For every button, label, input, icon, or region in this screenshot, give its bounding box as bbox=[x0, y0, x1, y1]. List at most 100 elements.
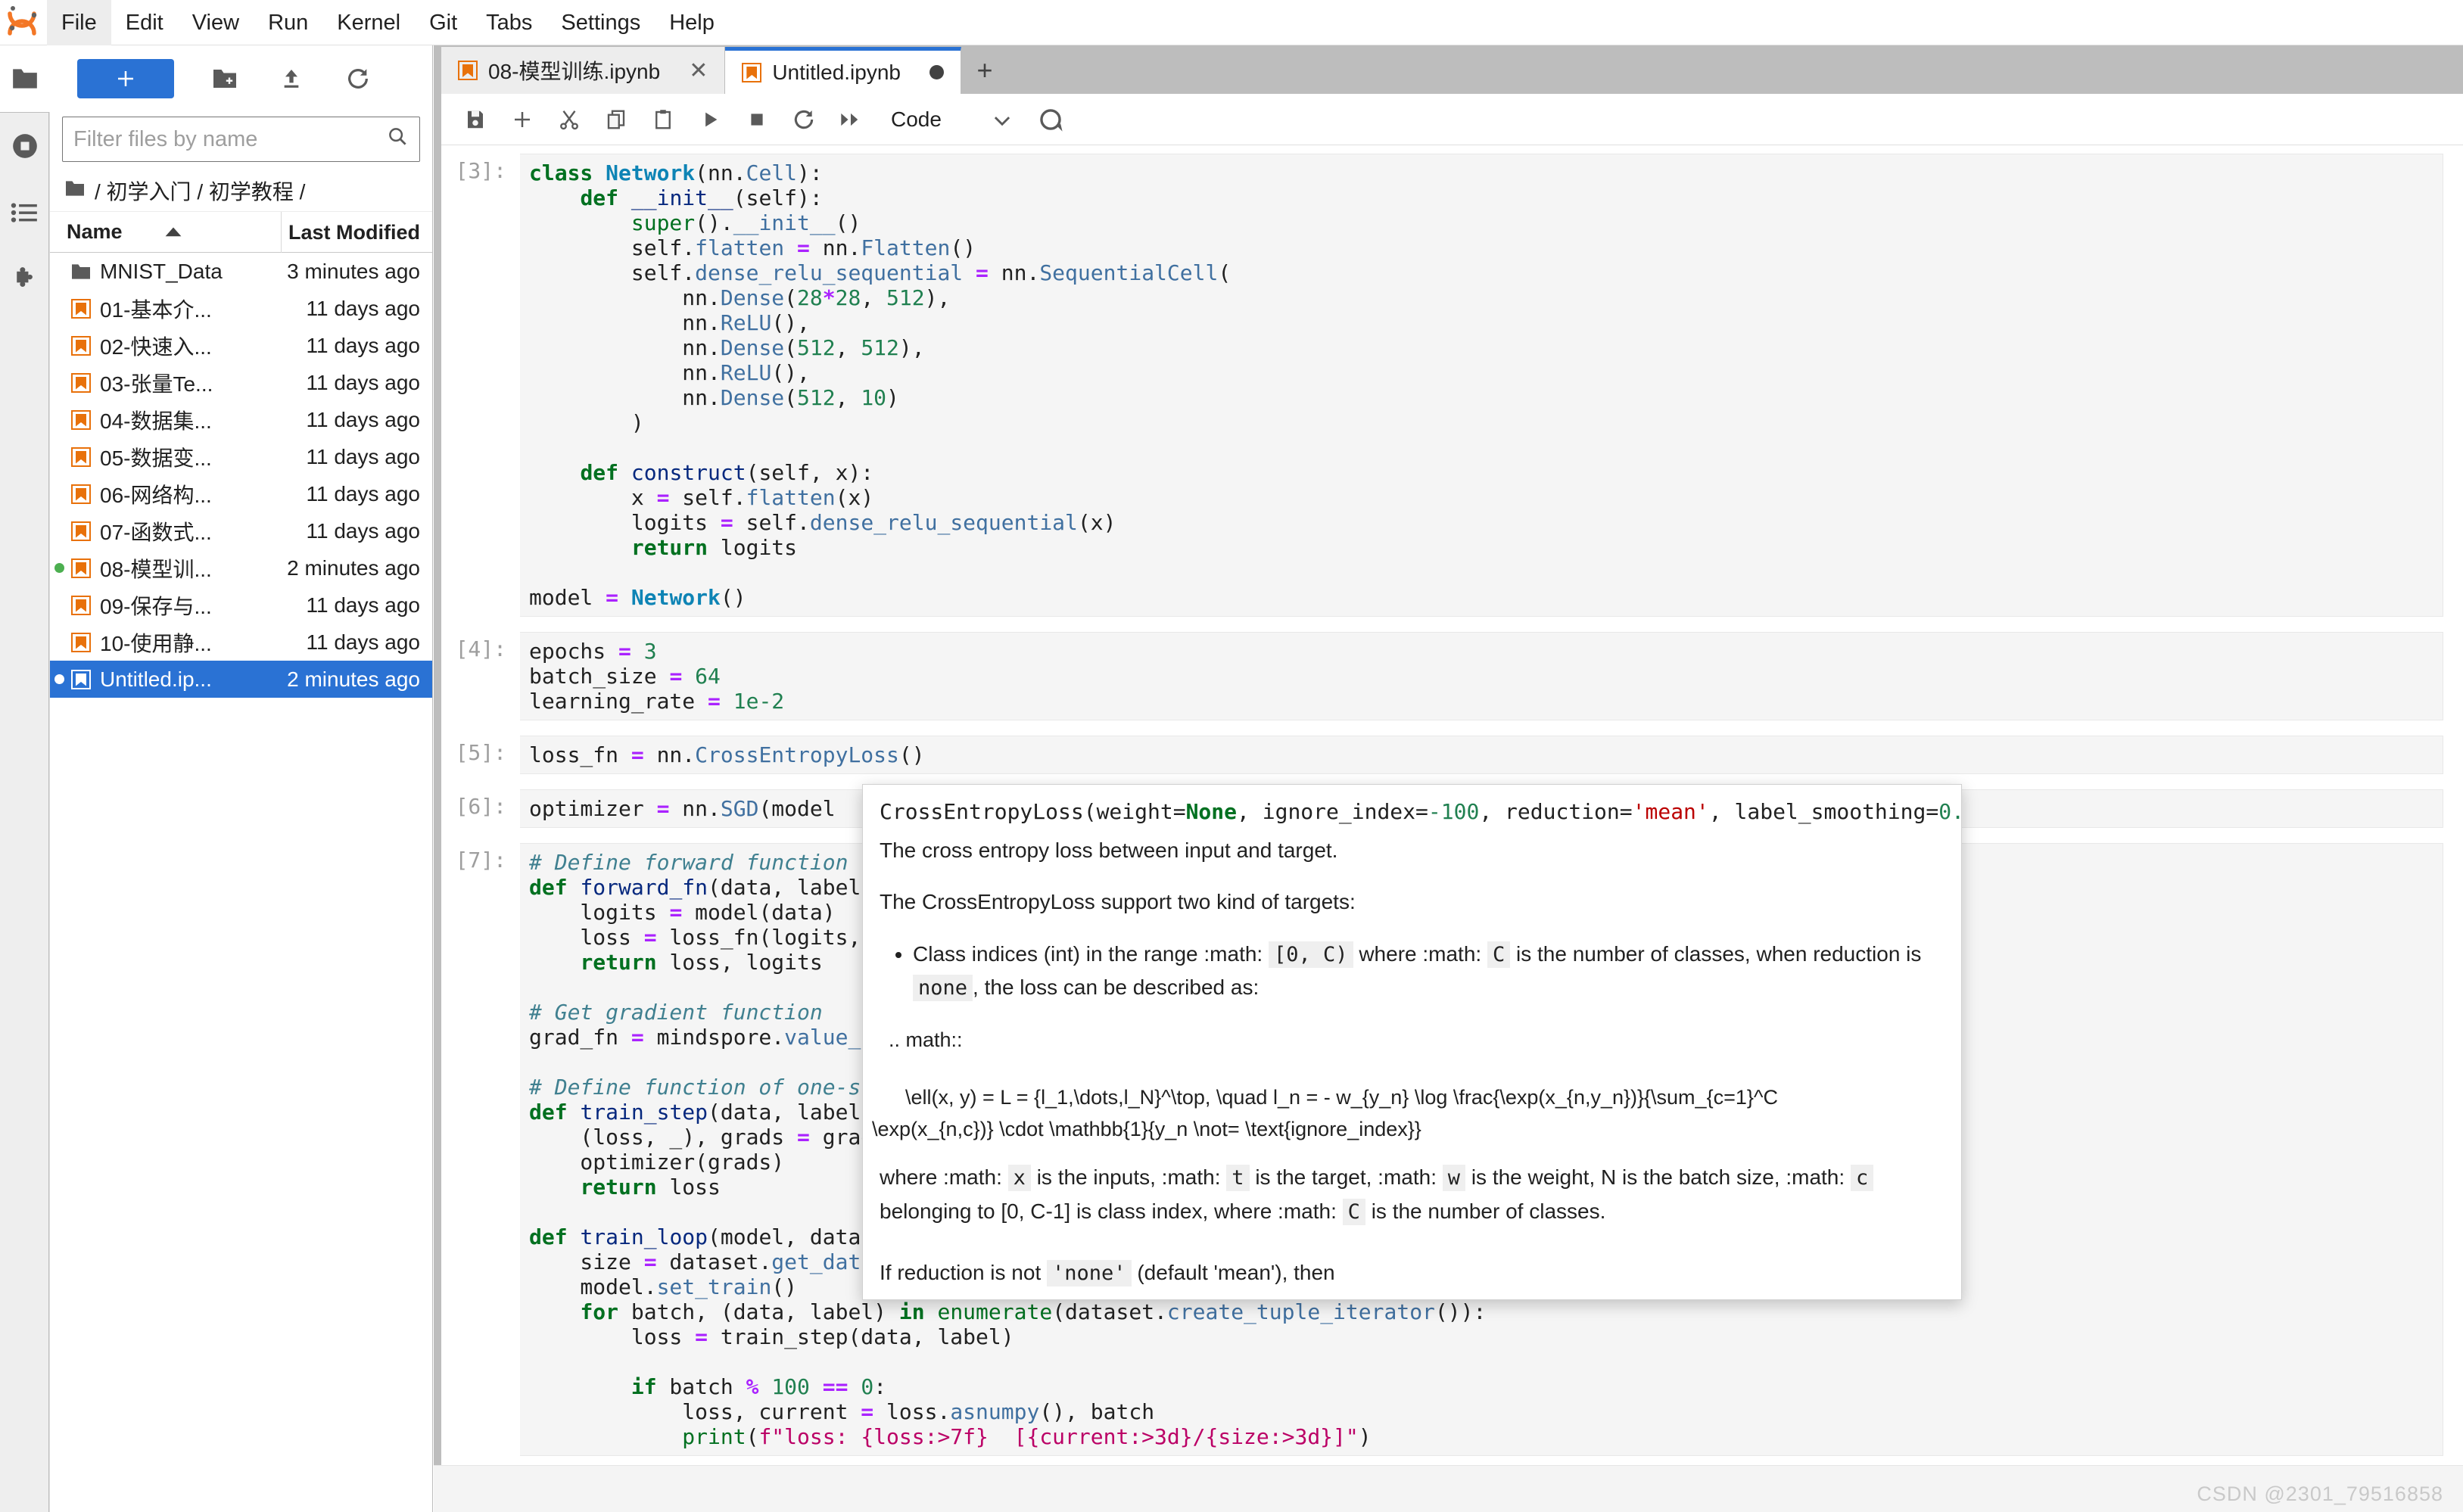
tooltip-sig-reduction: 'mean' bbox=[1632, 799, 1709, 824]
restart-run-all-icon[interactable] bbox=[827, 96, 874, 143]
cell-editor[interactable]: class Network(nn.Cell): def __init__(sel… bbox=[520, 154, 2443, 617]
stop-icon[interactable] bbox=[733, 96, 780, 143]
bullet-code-none: none bbox=[913, 975, 973, 1001]
save-icon[interactable] bbox=[452, 96, 499, 143]
file-last-modified: 11 days ago bbox=[306, 333, 421, 357]
notebook-icon bbox=[68, 632, 94, 652]
file-filter-input[interactable]: Filter files by name bbox=[62, 117, 420, 162]
file-list-item[interactable]: 08-模型训... 2 minutes ago bbox=[50, 549, 432, 586]
running-indicator bbox=[50, 563, 68, 573]
file-name: 01-基本介... bbox=[100, 297, 212, 322]
file-list-item[interactable]: 06-网络构... 11 days ago bbox=[50, 475, 432, 512]
signature-tooltip[interactable]: CrossEntropyLoss(weight=None, ignore_ind… bbox=[862, 784, 1962, 1300]
menu-help[interactable]: Help bbox=[655, 0, 729, 45]
file-list-item[interactable]: 05-数据变... 11 days ago bbox=[50, 438, 432, 475]
unsaved-changes-indicator[interactable] bbox=[929, 65, 944, 79]
file-list-item[interactable]: 07-函数式... 11 days ago bbox=[50, 512, 432, 549]
notebook-icon bbox=[68, 558, 94, 578]
final-pre: If reduction is not bbox=[880, 1261, 1042, 1284]
file-last-modified: 11 days ago bbox=[306, 630, 421, 654]
file-list-item[interactable]: 10-使用静... 11 days ago bbox=[50, 624, 432, 661]
bullet-end: , the loss can be described as: bbox=[973, 975, 1260, 999]
file-list-item[interactable]: 04-数据集... 11 days ago bbox=[50, 401, 432, 438]
menu-view[interactable]: View bbox=[178, 0, 254, 45]
file-last-modified: 11 days ago bbox=[306, 593, 421, 617]
where-5: is the number of classes. bbox=[1371, 1199, 1606, 1223]
cell-prompt: [6]: bbox=[455, 794, 506, 819]
file-name: 05-数据变... bbox=[100, 446, 212, 470]
bullet-code-range: [0, C) bbox=[1269, 941, 1353, 968]
menu-run[interactable]: Run bbox=[254, 0, 322, 45]
where-2: is the target, :math: bbox=[1255, 1165, 1437, 1189]
notebook-cell[interactable]: [4]: epochs = 3 batch_size = 64 learning_… bbox=[441, 624, 2463, 728]
running-kernels-icon[interactable] bbox=[0, 113, 49, 179]
column-header-name[interactable]: Name bbox=[50, 220, 281, 244]
kernel-idle-icon[interactable] bbox=[1027, 96, 1074, 143]
breadcrumb-path: / 初学入门 / 初学教程 / bbox=[95, 179, 306, 204]
new-launcher-button[interactable] bbox=[77, 59, 174, 98]
menu-tabs[interactable]: Tabs bbox=[472, 0, 546, 45]
file-list-item[interactable]: 09-保存与... 11 days ago bbox=[50, 586, 432, 624]
cell-type-value: Code bbox=[891, 107, 942, 131]
extension-manager-icon[interactable] bbox=[0, 246, 49, 313]
tab-label: Untitled.ipynb bbox=[772, 60, 901, 84]
tooltip-signature: CrossEntropyLoss(weight=None, ignore_ind… bbox=[880, 798, 1961, 826]
cut-icon[interactable] bbox=[546, 96, 593, 143]
copy-icon[interactable] bbox=[593, 96, 640, 143]
cell-editor[interactable]: epochs = 3 batch_size = 64 learning_rate… bbox=[520, 632, 2443, 720]
cell-editor[interactable]: loss_fn = nn.CrossEntropyLoss() bbox=[520, 736, 2443, 774]
menu-file[interactable]: File bbox=[47, 0, 111, 45]
tooltip-sig-ignore-index: -100 bbox=[1428, 799, 1480, 824]
notebook-icon bbox=[68, 446, 94, 467]
notebook-icon bbox=[68, 484, 94, 504]
notebook-icon bbox=[68, 335, 94, 356]
bullet-mid2: is the number of classes, when reduction… bbox=[1516, 942, 1922, 966]
file-list-item[interactable]: 01-基本介... 11 days ago bbox=[50, 290, 432, 327]
file-list-item[interactable]: 03-张量Te... 11 days ago bbox=[50, 364, 432, 401]
close-icon[interactable]: ✕ bbox=[689, 58, 708, 84]
file-filter-container: Filter files by name bbox=[50, 112, 432, 170]
paste-icon[interactable] bbox=[640, 96, 687, 143]
notebook-cell[interactable]: [5]: loss_fn = nn.CrossEntropyLoss() bbox=[441, 728, 2463, 782]
file-last-modified: 3 minutes ago bbox=[287, 259, 420, 283]
where-code-x: x bbox=[1007, 1165, 1031, 1191]
jupyter-logo-icon[interactable] bbox=[0, 0, 47, 45]
new-folder-icon[interactable] bbox=[201, 59, 248, 98]
where-code-Cbig: C bbox=[1342, 1199, 1365, 1225]
where-code-w: w bbox=[1442, 1165, 1466, 1191]
tab-untitled[interactable]: Untitled.ipynb bbox=[725, 47, 961, 94]
where-4: belonging to [0, C-1] is class index, wh… bbox=[880, 1199, 1337, 1223]
math-directive: .. math:: bbox=[889, 1028, 963, 1051]
where-1: is the inputs, :math: bbox=[1036, 1165, 1221, 1189]
refresh-icon[interactable] bbox=[335, 59, 381, 98]
add-tab-button[interactable]: + bbox=[961, 47, 1008, 94]
file-browser-icon[interactable] bbox=[0, 45, 50, 112]
breadcrumb[interactable]: / 初学入门 / 初学教程 / bbox=[50, 170, 432, 212]
file-name: 08-模型训... bbox=[100, 557, 212, 581]
math-line-2: \exp(x_{n,c})} \cdot \mathbb{1}{y_n \not… bbox=[872, 1118, 1421, 1140]
run-icon[interactable] bbox=[687, 96, 733, 143]
notebook-icon bbox=[68, 298, 94, 319]
file-list-item[interactable]: MNIST_Data 3 minutes ago bbox=[50, 253, 432, 290]
tooltip-targets-intro: The CrossEntropyLoss support two kind of… bbox=[880, 890, 1356, 913]
file-list-item[interactable]: Untitled.ip... 2 minutes ago bbox=[50, 661, 432, 698]
file-list: MNIST_Data 3 minutes ago 01-基本介... 11 days … bbox=[50, 253, 432, 698]
menu-kernel[interactable]: Kernel bbox=[322, 0, 415, 45]
file-list-item[interactable]: 02-快速入... 11 days ago bbox=[50, 327, 432, 364]
add-cell-icon[interactable] bbox=[499, 96, 546, 143]
cell-prompt: [4]: bbox=[455, 636, 506, 661]
column-header-name-label: Name bbox=[67, 220, 123, 243]
menu-edit[interactable]: Edit bbox=[111, 0, 178, 45]
file-last-modified: 11 days ago bbox=[306, 518, 421, 543]
column-header-last-modified[interactable]: Last Modified bbox=[281, 211, 432, 253]
tab-08-model-training[interactable]: 08-模型训练.ipynb ✕ bbox=[441, 47, 726, 94]
menu-settings[interactable]: Settings bbox=[546, 0, 655, 45]
tooltip-sig-weight: None bbox=[1185, 799, 1238, 824]
cell-type-select[interactable]: Code bbox=[891, 98, 1012, 141]
table-of-contents-icon[interactable] bbox=[0, 179, 49, 246]
upload-icon[interactable] bbox=[268, 59, 315, 98]
tooltip-summary: The cross entropy loss between input and… bbox=[880, 838, 1338, 862]
restart-kernel-icon[interactable] bbox=[780, 96, 827, 143]
notebook-cell[interactable]: [3]: class Network(nn.Cell): def __init__… bbox=[441, 146, 2463, 624]
menu-git[interactable]: Git bbox=[415, 0, 472, 45]
